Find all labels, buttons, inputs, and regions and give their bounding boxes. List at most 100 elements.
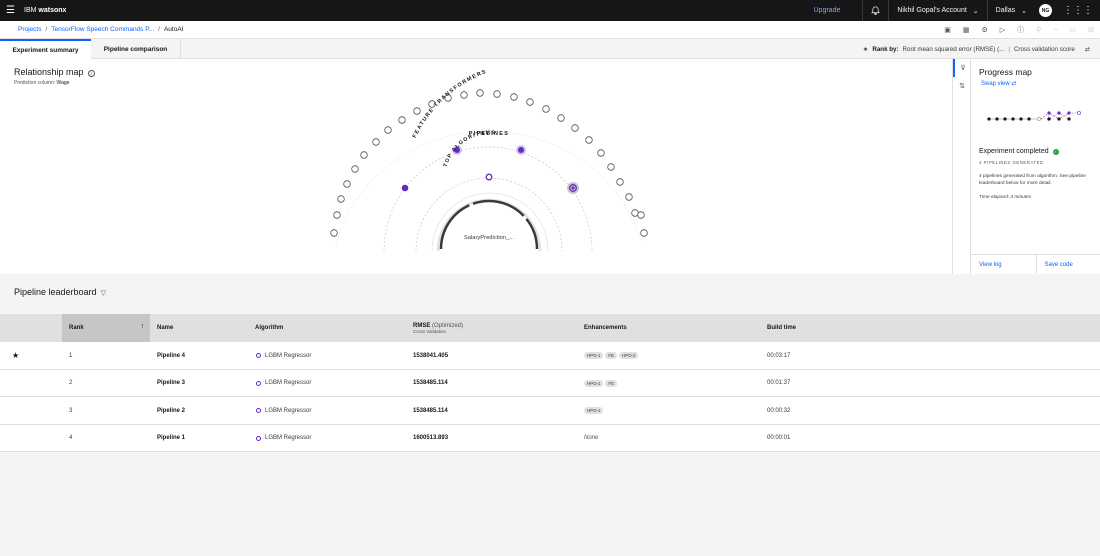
upgrade-link[interactable]: Upgrade <box>814 7 841 14</box>
settings-icon[interactable]: ⚙ <box>981 26 987 34</box>
column-header-name[interactable]: Name <box>157 314 173 342</box>
relationship-map-panel: Relationship map i Prediction column: Wag… <box>0 59 952 274</box>
cell-algorithm: LGBM Regressor <box>265 407 312 414</box>
algorithm-icon <box>256 353 261 358</box>
cell-rmse: 1538041.405 <box>413 352 449 359</box>
breadcrumb-projects[interactable]: Projects <box>18 26 41 33</box>
cell-rank: 4 <box>69 435 73 441</box>
rank-by-metric[interactable]: Root mean squared error (RMSE) (... <box>903 46 1005 53</box>
enhancement-tag: FE <box>605 379 618 387</box>
cell-rmse: 1600513.893 <box>413 435 449 441</box>
tab-pipeline-comparison[interactable]: Pipeline comparison <box>91 39 181 59</box>
branch-icon[interactable]: ⚲ <box>1036 26 1041 34</box>
menu-icon[interactable]: ☰ <box>0 0 21 21</box>
cell-enhancements: HPO-1 FE HPO-2 <box>584 342 640 369</box>
cell-rank: 3 <box>69 407 73 414</box>
table-row[interactable]: 3 Pipeline 2 LGBM Regressor 1538485.114 HPO-… <box>0 397 1100 425</box>
column-header-rank[interactable]: Rank ↑ <box>62 314 150 342</box>
cell-algorithm: LGBM Regressor <box>265 380 312 386</box>
column-header-enhancements[interactable]: Enhancements <box>584 314 627 342</box>
feature-transformer-nodes[interactable] <box>330 89 648 237</box>
app-switcher-icon[interactable]: ⋮⋮⋮ <box>1056 5 1100 16</box>
filter-icon[interactable]: ⊽ <box>953 59 971 77</box>
algorithm-icon <box>256 408 261 413</box>
sort-icon[interactable]: ⇅ <box>953 77 971 95</box>
cell-pipeline-name[interactable]: Pipeline 4 <box>157 342 185 369</box>
notebook-icon[interactable]: ▭ <box>1070 26 1077 34</box>
view-log-button[interactable]: View log <box>971 255 1037 274</box>
center-node-label[interactable]: SalaryPrediction_... <box>464 235 515 241</box>
cell-rmse: 1538485.114 <box>413 380 448 386</box>
cell-build-time: 00:01:37 <box>767 380 791 386</box>
leaderboard-table: Rank ↑ Name Algorithm RMSE (Optimized) Cro… <box>0 314 1100 452</box>
ring-label-feature-transformers: FEATURE TRANSFORMERS <box>412 69 488 139</box>
cell-rmse: 1538485.114 <box>413 407 448 414</box>
cell-algorithm: LGBM Regressor <box>265 435 312 441</box>
column-header-algorithm[interactable]: Algorithm <box>255 314 283 342</box>
history-icon[interactable]: ◔ <box>1053 27 1057 34</box>
sort-ascending-icon[interactable]: ↑ <box>141 323 145 330</box>
cell-pipeline-name[interactable]: Pipeline 3 <box>157 370 185 397</box>
region-switcher[interactable]: Dallas ⌄ <box>988 0 1035 21</box>
calendar-icon[interactable]: ▦ <box>963 26 970 34</box>
cell-pipeline-name[interactable]: Pipeline 1 <box>157 425 185 452</box>
cell-pipeline-name[interactable]: Pipeline 2 <box>157 397 185 424</box>
breadcrumb-bar: Projects / TensorFlow Speech Commands P.… <box>0 21 1100 39</box>
progress-map-title: Progress map <box>979 67 1032 77</box>
table-row[interactable]: 2 Pipeline 3 LGBM Regressor 1538485.114 HPO-… <box>0 369 1100 397</box>
enhancement-tag: HPO-2 <box>619 352 639 359</box>
cell-enhancements: HPO-1 FE <box>584 370 619 397</box>
progress-map-panel: Progress map Swap view ⇄ Experiment comp… <box>970 59 1100 274</box>
experiment-status: Experiment completed ✓ <box>979 148 1059 155</box>
tab-experiment-summary[interactable]: Experiment summary <box>0 39 91 59</box>
swap-view-link[interactable]: Swap view ⇄ <box>981 80 1016 87</box>
leaderboard-title: Pipeline leaderboard ▽ <box>14 287 106 297</box>
swap-icon[interactable]: ⇄ <box>1085 46 1090 53</box>
close-panel-icon[interactable]: ⊟ <box>1088 26 1094 34</box>
table-header: Rank ↑ Name Algorithm RMSE (Optimized) Cro… <box>0 314 1100 342</box>
enhancement-tag: HPO-1 <box>584 352 604 359</box>
breadcrumb: Projects / TensorFlow Speech Commands P.… <box>18 26 184 33</box>
column-header-rmse[interactable]: RMSE (Optimized) Cross Validation <box>413 314 463 342</box>
save-code-button[interactable]: Save code <box>1037 255 1100 274</box>
table-row[interactable]: 4 Pipeline 1 LGBM Regressor 1600513.893 None… <box>0 424 1100 452</box>
table-row[interactable]: ★ 1 Pipeline 4 LGBM Regressor 1538041.405 HPO… <box>0 342 1100 370</box>
filter-icon[interactable]: ▽ <box>101 290 106 297</box>
cell-algorithm: LGBM Regressor <box>265 352 312 359</box>
rank-by-control[interactable]: ★ Rank by: Root mean squared error (RMSE… <box>863 39 1090 59</box>
breadcrumb-current: AutoAI <box>163 26 184 33</box>
checkmark-icon: ✓ <box>1052 149 1059 155</box>
cell-enhancements: HPO-1 <box>584 397 605 424</box>
relationship-map-visualization[interactable]: FEATURE TRANSFORMERS PIPELINES TOP ALGOR… <box>0 59 952 274</box>
avatar[interactable]: NG <box>1039 4 1052 17</box>
progress-description: 4 pipelines generated from algorithm. Se… <box>979 174 1086 186</box>
enhancement-tag: FE <box>605 352 618 359</box>
cell-rank: 1 <box>69 352 73 359</box>
top-algorithm-node[interactable] <box>485 173 493 181</box>
breadcrumb-project[interactable]: TensorFlow Speech Commands P... <box>51 26 154 33</box>
chevron-down-icon: ⌄ <box>1021 7 1027 15</box>
star-icon: ★ <box>862 45 869 53</box>
algorithm-icon <box>256 380 261 386</box>
progress-map-mini[interactable] <box>971 105 1100 135</box>
tab-bar: Experiment summary Pipeline comparison ★… <box>0 39 1100 59</box>
brand-logo[interactable]: IBM watsonx <box>24 7 66 14</box>
enhancement-tag: HPO-1 <box>584 407 604 414</box>
enhancement-none: None <box>584 435 599 441</box>
column-header-build-time[interactable]: Build time <box>767 314 796 342</box>
notification-icon[interactable] <box>863 0 888 21</box>
run-icon[interactable]: ▷ <box>1000 26 1005 34</box>
chevron-down-icon: ⌄ <box>972 7 979 15</box>
algorithm-icon <box>256 435 261 441</box>
account-switcher[interactable]: Nikhil Gopal's Account ⌄ <box>889 0 986 21</box>
top-navigation-bar: ☰ IBM watsonx Upgrade Nikhil Gopal's Acc… <box>0 0 1100 21</box>
cell-build-time: 00:00:01 <box>767 435 791 441</box>
enhancement-tag: HPO-1 <box>584 379 604 387</box>
save-icon[interactable]: ▣ <box>944 26 951 34</box>
time-elapsed: Time elapsed: 4 minutes <box>979 195 1032 200</box>
info-icon[interactable]: ⓘ <box>1017 25 1024 35</box>
swap-icon: ⇄ <box>1011 81 1017 87</box>
cell-rank: 2 <box>69 380 73 386</box>
rank-by-score[interactable]: Cross validation score <box>1014 46 1075 53</box>
map-view-switcher: ⊽ ⇅ <box>952 59 970 274</box>
